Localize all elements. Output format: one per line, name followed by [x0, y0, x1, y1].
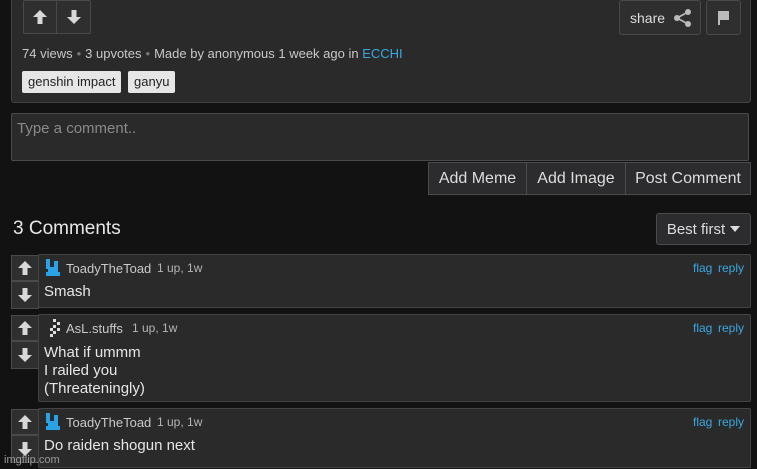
comment-upvote-button[interactable]: [11, 255, 39, 281]
comment-flag-link[interactable]: flag: [693, 261, 712, 275]
post-comment-button[interactable]: Post Comment: [625, 162, 751, 195]
user-avatar-icon: [46, 259, 60, 276]
comment-reply-link[interactable]: reply: [718, 415, 744, 429]
comments-count: 3 Comments: [13, 218, 121, 239]
arrow-down-icon: [18, 288, 32, 302]
comment-box: ToadyTheToad 1 up, 1w flag reply Smash: [38, 254, 751, 308]
comment-text-line: (Threateningly): [44, 380, 145, 397]
chevron-down-icon: [730, 226, 741, 232]
comment-text: Smash: [44, 283, 91, 300]
post-meta: 74 views • 3 upvotes • Made by anonymous 1 w…: [22, 46, 403, 61]
tag-ganyu[interactable]: ganyu: [128, 71, 176, 93]
comment-downvote-button[interactable]: [11, 281, 39, 309]
comment-meta: 1 up, 1w: [132, 321, 178, 335]
upvotes-count: 3 upvotes: [85, 46, 142, 61]
made-by-text: Made by anonymous 1 week ago in: [154, 46, 359, 61]
tag-genshin-impact[interactable]: genshin impact: [22, 71, 122, 93]
comment-text-line: I railed you: [44, 362, 118, 379]
flag-icon: [717, 10, 729, 25]
comment-upvote-button[interactable]: [11, 315, 39, 341]
user-avatar-icon: [50, 319, 60, 337]
share-icon: [674, 8, 692, 27]
comment-reply-link[interactable]: reply: [718, 261, 744, 275]
views-count: 74 views: [22, 46, 73, 61]
downvote-button[interactable]: [56, 0, 91, 34]
arrow-up-icon: [18, 415, 32, 429]
arrow-up-icon: [33, 10, 47, 24]
comment-flag-link[interactable]: flag: [693, 321, 712, 335]
share-label: share: [630, 9, 666, 26]
post-panel: share 74 views • 3 upvotes • Made by anonymo…: [11, 0, 751, 103]
flag-post-button[interactable]: [706, 0, 741, 35]
share-button[interactable]: share: [619, 0, 701, 35]
comment-box: ToadyTheToad 1 up, 1w flag reply Do raid…: [38, 408, 751, 468]
comment-input[interactable]: [11, 113, 749, 161]
comment-box: AsL.stuffs 1 up, 1w flag reply What if u…: [38, 314, 751, 402]
comment-username[interactable]: ToadyTheToad: [66, 415, 151, 430]
comment-meta: 1 up, 1w: [157, 415, 203, 429]
arrow-down-icon: [66, 10, 81, 24]
comment-meta: 1 up, 1w: [157, 261, 203, 275]
arrow-down-icon: [18, 348, 32, 362]
comment-reply-link[interactable]: reply: [718, 321, 744, 335]
comment-text: Do raiden shogun next: [44, 437, 195, 454]
comment-username[interactable]: ToadyTheToad: [66, 261, 151, 276]
add-image-button[interactable]: Add Image: [526, 162, 626, 195]
sort-label: Best first: [666, 220, 726, 238]
sort-dropdown[interactable]: Best first: [656, 213, 751, 245]
arrow-up-icon: [18, 261, 32, 275]
add-meme-button[interactable]: Add Meme: [428, 162, 527, 195]
watermark: imgflip.com: [4, 454, 60, 466]
comment-text-line: What if ummm: [44, 344, 141, 361]
comment-upvote-button[interactable]: [11, 409, 39, 435]
comment-downvote-button[interactable]: [11, 341, 39, 369]
user-avatar-icon: [46, 413, 60, 430]
upvote-button[interactable]: [23, 0, 57, 34]
stream-link[interactable]: ECCHI: [362, 46, 402, 61]
arrow-up-icon: [18, 321, 32, 335]
comment-username[interactable]: AsL.stuffs: [66, 321, 123, 336]
comment-flag-link[interactable]: flag: [693, 415, 712, 429]
